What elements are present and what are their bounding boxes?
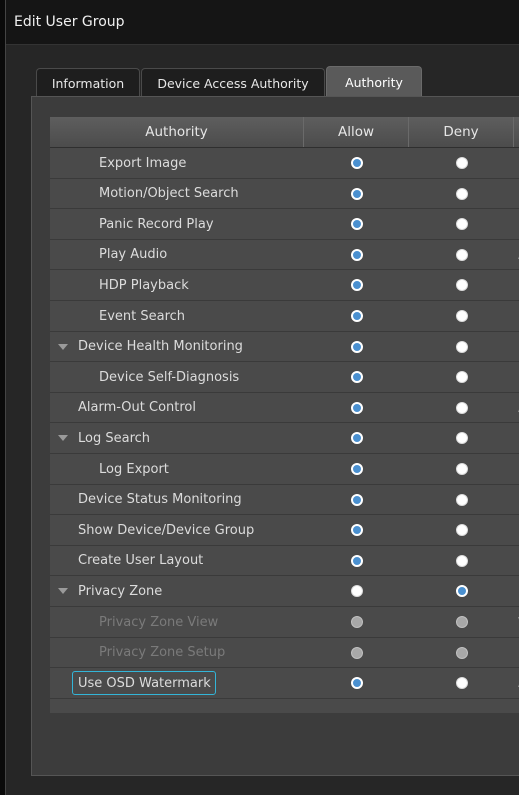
deny-radio[interactable] [456, 279, 468, 292]
deny-radio[interactable] [456, 616, 468, 628]
deny-radio[interactable] [456, 554, 468, 567]
deny-radio[interactable] [456, 677, 468, 690]
tab-authority[interactable]: Authority [326, 66, 422, 97]
authority-row[interactable]: Motion/Object SearchP [50, 179, 519, 210]
deny-radio[interactable] [456, 157, 468, 169]
deny-radio[interactable] [456, 310, 468, 322]
authority-row[interactable]: Export ImageP [50, 148, 519, 179]
authority-label: Device Status Monitoring [78, 492, 242, 508]
authority-label: Event Search [99, 308, 186, 324]
authority-row[interactable]: Panic Record PlayP [50, 209, 519, 240]
expand-arrow-icon[interactable] [58, 343, 68, 350]
deny-radio[interactable] [456, 432, 468, 445]
authority-row[interactable]: HDP PlaybackH [50, 270, 519, 301]
allow-radio[interactable] [351, 463, 363, 475]
allow-radio[interactable] [351, 310, 363, 322]
authority-label: Device Health Monitoring [78, 339, 243, 355]
deny-radio[interactable] [456, 463, 468, 475]
authority-label: Export Image [99, 155, 187, 171]
authority-label: Panic Record Play [99, 216, 214, 232]
authority-label: Privacy Zone View [99, 614, 219, 630]
allow-radio[interactable] [351, 432, 363, 445]
authority-label: Alarm-Out Control [78, 400, 196, 416]
authority-row[interactable]: Privacy ZoneP [50, 576, 519, 607]
authority-label: Show Device/Device Group [78, 522, 255, 538]
window-title: Edit User Group [14, 14, 125, 30]
allow-radio[interactable] [351, 157, 363, 169]
authority-label: Play Audio [99, 247, 168, 263]
authority-label: Create User Layout [78, 553, 204, 569]
authority-label: Log Search [78, 430, 151, 446]
allow-radio[interactable] [351, 279, 363, 292]
edit-user-group-window: Edit User Group Information Device Acces… [5, 0, 519, 795]
deny-radio[interactable] [456, 187, 468, 200]
deny-radio[interactable] [456, 401, 468, 414]
deny-radio[interactable] [456, 524, 468, 537]
authority-row[interactable]: Event SearchE [50, 301, 519, 332]
allow-radio[interactable] [351, 616, 363, 628]
allow-radio[interactable] [351, 493, 363, 506]
expand-arrow-icon[interactable] [58, 435, 68, 442]
column-header-authority[interactable]: Authority [50, 117, 304, 147]
authority-row[interactable]: Alarm-Out ControlA [50, 393, 519, 424]
authority-label: Privacy Zone Setup [99, 645, 226, 661]
deny-radio[interactable] [456, 340, 468, 353]
authority-row[interactable]: Privacy Zone SetupP [50, 638, 519, 669]
authority-label: Use OSD Watermark [78, 675, 211, 691]
column-header-deny[interactable]: Deny [409, 117, 514, 147]
authority-row[interactable]: Device Health MonitoringD [50, 332, 519, 363]
allow-radio[interactable] [351, 187, 363, 200]
deny-radio[interactable] [456, 585, 468, 598]
authority-row[interactable]: Privacy Zone ViewV [50, 607, 519, 638]
allow-radio[interactable] [351, 677, 363, 690]
authority-label: HDP Playback [99, 277, 189, 293]
authority-row[interactable]: Show Device/Device GroupD [50, 515, 519, 546]
allow-radio[interactable] [351, 524, 363, 537]
column-header-allow[interactable]: Allow [304, 117, 409, 147]
authority-grid: Authority Allow Deny Export ImagePMotion… [50, 117, 519, 713]
deny-radio[interactable] [456, 646, 468, 659]
authority-row[interactable]: Device Status MonitoringD [50, 485, 519, 516]
allow-radio[interactable] [351, 554, 363, 567]
allow-radio[interactable] [351, 371, 363, 384]
expand-arrow-icon[interactable] [58, 588, 68, 595]
tab-information[interactable]: Information [36, 68, 140, 97]
allow-radio[interactable] [351, 646, 363, 659]
authority-row[interactable]: Log ExportL [50, 454, 519, 485]
grid-header: Authority Allow Deny [50, 117, 519, 148]
deny-radio[interactable] [456, 248, 468, 261]
authority-label: Motion/Object Search [99, 186, 239, 202]
authority-row[interactable]: Create User LayoutU [50, 546, 519, 577]
deny-radio[interactable] [456, 371, 468, 384]
deny-radio[interactable] [456, 493, 468, 506]
allow-radio[interactable] [351, 218, 363, 231]
title-bar[interactable]: Edit User Group [6, 0, 519, 45]
authority-row[interactable]: Device Self-DiagnosisD [50, 362, 519, 393]
tab-device-access-authority[interactable]: Device Access Authority [141, 68, 325, 97]
deny-radio[interactable] [456, 218, 468, 231]
authority-label: Privacy Zone [78, 583, 163, 599]
authority-panel: Authority Allow Deny Export ImagePMotion… [31, 96, 519, 776]
authority-label: Log Export [99, 461, 169, 477]
authority-row[interactable]: Use OSD WatermarkA [50, 668, 519, 699]
allow-radio[interactable] [351, 585, 363, 598]
authority-row[interactable]: Play AudioA [50, 240, 519, 271]
authority-label: Device Self-Diagnosis [99, 369, 240, 385]
authority-row[interactable]: Log SearchL [50, 423, 519, 454]
allow-radio[interactable] [351, 248, 363, 261]
allow-radio[interactable] [351, 340, 363, 353]
allow-radio[interactable] [351, 401, 363, 414]
